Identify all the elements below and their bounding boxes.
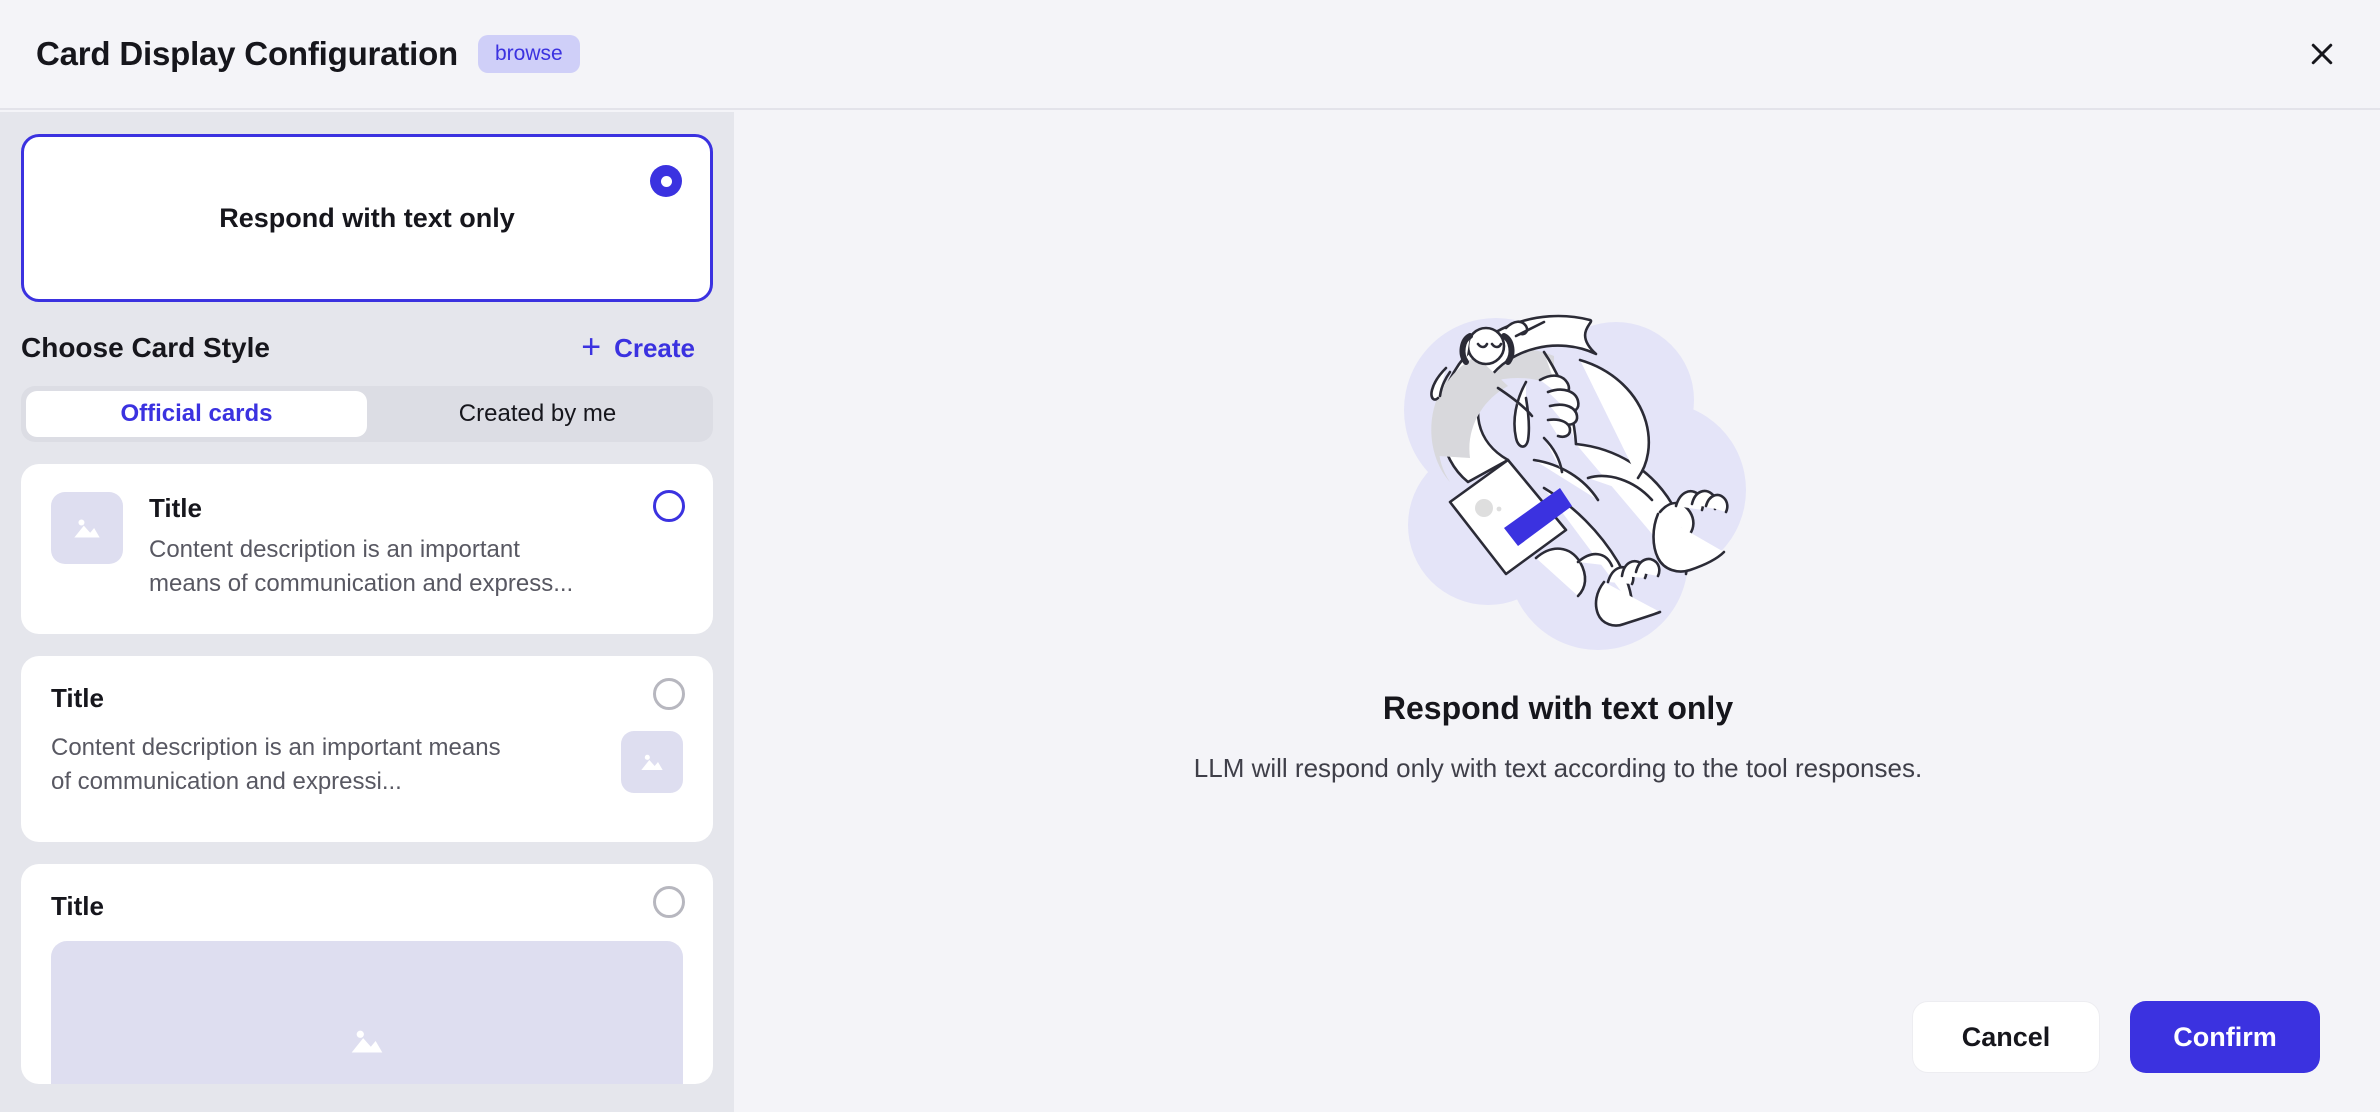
person-reclining-with-laptop-illustration xyxy=(1358,260,1758,660)
status-badge: browse xyxy=(478,35,580,73)
plus-icon: + xyxy=(581,327,602,366)
preview-title: Respond with text only xyxy=(1382,690,1734,726)
radio-unselected-icon[interactable] xyxy=(653,490,685,522)
image-placeholder-icon xyxy=(51,940,683,1084)
close-icon xyxy=(2307,39,2337,69)
tab-official-cards[interactable]: Official cards xyxy=(26,391,367,437)
cancel-button[interactable]: Cancel xyxy=(1912,1001,2100,1073)
create-button[interactable]: + Create xyxy=(581,327,709,366)
card-style-option-3[interactable]: Title xyxy=(21,864,713,1084)
section-title: Choose Card Style xyxy=(21,332,270,363)
card-title: Title xyxy=(51,683,104,713)
card-display-configuration-modal: Card Display Configuration browse Respon… xyxy=(0,0,2380,1112)
right-panel: Respond with text only LLM will respond … xyxy=(736,112,2380,1112)
create-button-label: Create xyxy=(614,332,695,363)
modal-header: Card Display Configuration browse xyxy=(0,0,2380,110)
preview-area: Respond with text only LLM will respond … xyxy=(736,112,2380,972)
left-panel: Respond with text only Choose Card Style… xyxy=(0,112,734,1112)
card-style-body-2: Content description is an important mean… xyxy=(51,730,683,799)
page-title: Card Display Configuration xyxy=(36,35,458,72)
choose-card-style-row: Choose Card Style + Create xyxy=(21,327,713,366)
preview-subtitle: LLM will respond only with text accordin… xyxy=(1193,753,1923,783)
card-style-text-1: Title Content description is an importan… xyxy=(149,492,589,601)
radio-unselected-icon[interactable] xyxy=(653,886,685,918)
radio-selected-icon[interactable] xyxy=(650,165,682,197)
card-source-tabs: Official cards Created by me xyxy=(21,386,713,442)
card-style-option-1[interactable]: Title Content description is an importan… xyxy=(21,464,713,634)
tab-created-by-me[interactable]: Created by me xyxy=(367,391,708,437)
card-description: Content description is an important mean… xyxy=(51,733,501,795)
image-placeholder-icon xyxy=(621,730,683,793)
modal-footer: Cancel Confirm xyxy=(736,962,2380,1112)
card-title: Title xyxy=(149,493,202,523)
card-style-option-2[interactable]: Title Content description is an importan… xyxy=(21,656,713,842)
mode-option-card[interactable]: Respond with text only xyxy=(21,134,713,302)
card-style-list: Title Content description is an importan… xyxy=(21,464,713,1084)
image-placeholder-icon xyxy=(51,492,123,564)
card-title: Title xyxy=(51,891,104,921)
close-button[interactable] xyxy=(2300,32,2344,76)
radio-unselected-icon[interactable] xyxy=(653,678,685,710)
confirm-button[interactable]: Confirm xyxy=(2130,1001,2320,1073)
card-description: Content description is an important mean… xyxy=(149,535,574,597)
mode-option-label: Respond with text only xyxy=(219,202,515,233)
